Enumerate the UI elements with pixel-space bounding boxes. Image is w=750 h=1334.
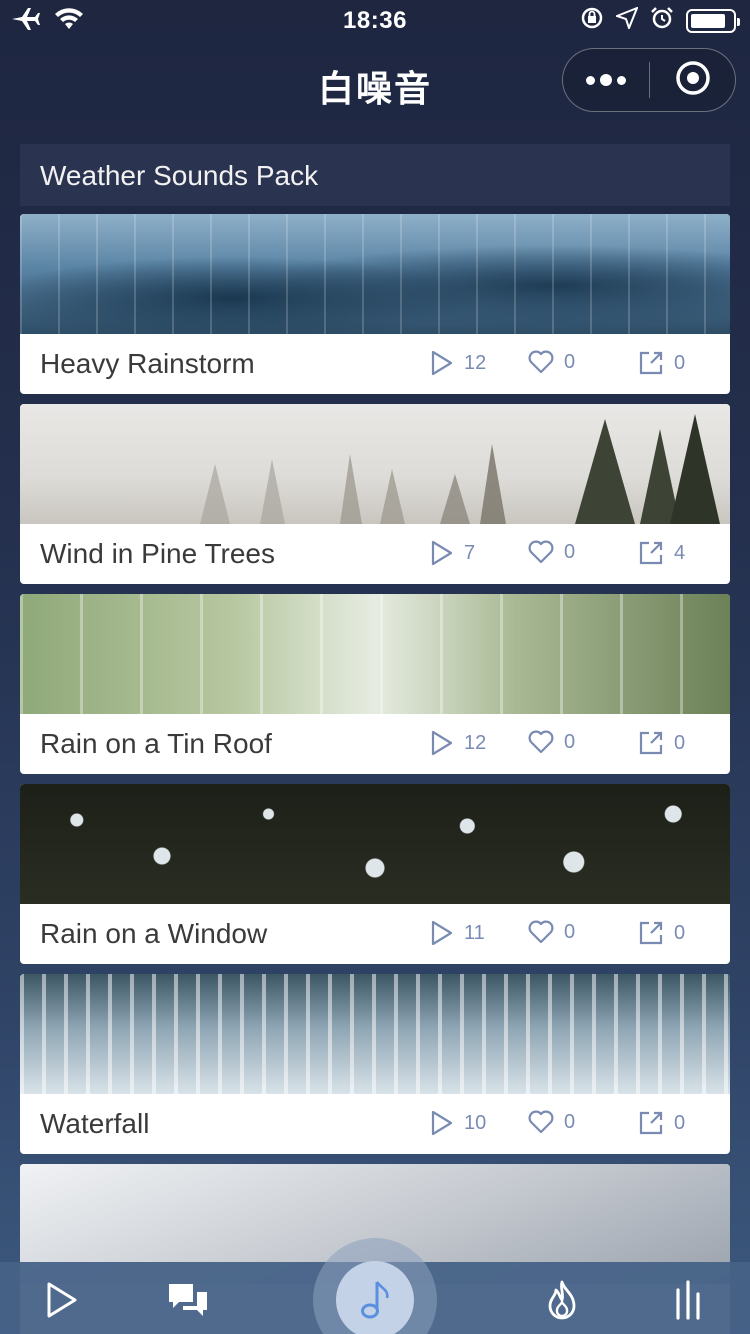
share-icon bbox=[639, 731, 663, 755]
heart-icon bbox=[528, 350, 554, 374]
sound-card-image bbox=[20, 784, 730, 904]
nav-bar: 白噪音 bbox=[0, 44, 750, 124]
section-header: Weather Sounds Pack bbox=[20, 144, 730, 206]
play-count[interactable]: 7 bbox=[430, 540, 475, 566]
play-count-value: 12 bbox=[464, 731, 487, 754]
fire-icon bbox=[548, 1280, 576, 1320]
play-count-value: 10 bbox=[464, 1111, 487, 1134]
share-icon bbox=[639, 921, 663, 945]
like-count-value: 0 bbox=[564, 350, 576, 373]
chat-icon bbox=[169, 1284, 207, 1316]
sound-card[interactable]: Waterfall 10 0 0 bbox=[20, 974, 730, 1154]
target-icon bbox=[675, 60, 711, 101]
like-count-value: 0 bbox=[564, 920, 576, 943]
battery-icon bbox=[686, 8, 740, 33]
play-count[interactable]: 11 bbox=[430, 920, 485, 946]
share-count[interactable]: 0 bbox=[638, 730, 685, 756]
more-icon bbox=[586, 75, 595, 85]
sound-card-image bbox=[20, 594, 730, 714]
share-icon bbox=[639, 1111, 663, 1135]
heart-icon bbox=[528, 920, 554, 944]
sound-card-title: Waterfall bbox=[40, 1108, 150, 1139]
play-count[interactable]: 10 bbox=[430, 1110, 486, 1136]
heart-icon bbox=[528, 1110, 554, 1134]
sound-list: Heavy Rainstorm 12 0 0 Wind in Pine Tree… bbox=[20, 214, 730, 1334]
share-icon bbox=[639, 541, 663, 565]
play-count-value: 7 bbox=[464, 541, 476, 564]
share-count-value: 0 bbox=[674, 351, 686, 374]
mini-program-capsule bbox=[562, 48, 736, 112]
like-count[interactable]: 0 bbox=[528, 1110, 575, 1134]
play-count[interactable]: 12 bbox=[430, 350, 486, 376]
alarm-icon bbox=[650, 6, 674, 35]
sound-card-title: Rain on a Tin Roof bbox=[40, 728, 272, 759]
play-count-value: 12 bbox=[464, 351, 487, 374]
share-count-value: 0 bbox=[674, 1111, 686, 1134]
sound-card[interactable]: Rain on a Tin Roof 12 0 0 bbox=[20, 594, 730, 774]
more-button[interactable] bbox=[563, 49, 649, 111]
location-icon bbox=[614, 6, 639, 34]
tab-chat[interactable] bbox=[164, 1276, 212, 1324]
play-icon bbox=[47, 1282, 77, 1318]
sound-card-title: Rain on a Window bbox=[40, 918, 268, 949]
heart-icon bbox=[528, 730, 554, 754]
close-button[interactable] bbox=[650, 49, 735, 111]
like-count-value: 0 bbox=[564, 730, 576, 753]
play-icon bbox=[431, 1110, 453, 1136]
like-count[interactable]: 0 bbox=[528, 350, 575, 374]
like-count-value: 0 bbox=[564, 1110, 576, 1133]
play-icon bbox=[431, 350, 453, 376]
sound-card-image bbox=[20, 214, 730, 334]
share-count-value: 4 bbox=[674, 541, 686, 564]
tab-play[interactable] bbox=[38, 1276, 86, 1324]
like-count[interactable]: 0 bbox=[528, 540, 575, 564]
sound-card-image bbox=[20, 404, 730, 524]
play-count[interactable]: 12 bbox=[430, 730, 486, 756]
play-count-value: 11 bbox=[464, 921, 485, 944]
share-count[interactable]: 4 bbox=[638, 540, 685, 566]
sound-card-title: Wind in Pine Trees bbox=[40, 538, 275, 569]
share-count-value: 0 bbox=[674, 921, 686, 944]
share-count[interactable]: 0 bbox=[638, 350, 685, 376]
play-icon bbox=[431, 730, 453, 756]
share-count[interactable]: 0 bbox=[638, 1110, 685, 1136]
play-icon bbox=[431, 920, 453, 946]
rotation-lock-icon bbox=[580, 6, 604, 35]
heart-icon bbox=[528, 540, 554, 564]
sound-card-title: Heavy Rainstorm bbox=[40, 348, 255, 379]
status-bar: 18:36 bbox=[0, 0, 750, 40]
sound-card[interactable]: Rain on a Window 11 0 0 bbox=[20, 784, 730, 964]
like-count-value: 0 bbox=[564, 540, 576, 563]
tab-fire[interactable] bbox=[538, 1276, 586, 1324]
sound-card[interactable]: Heavy Rainstorm 12 0 0 bbox=[20, 214, 730, 394]
sound-card-image bbox=[20, 974, 730, 1094]
share-count[interactable]: 0 bbox=[638, 920, 685, 946]
music-note-icon bbox=[361, 1281, 389, 1319]
share-count-value: 0 bbox=[674, 731, 686, 754]
sound-card[interactable]: Wind in Pine Trees 7 0 4 bbox=[20, 404, 730, 584]
section-title: Weather Sounds Pack bbox=[40, 160, 319, 191]
like-count[interactable]: 0 bbox=[528, 920, 575, 944]
play-icon bbox=[431, 540, 453, 566]
share-icon bbox=[639, 351, 663, 375]
bars-icon bbox=[676, 1280, 700, 1320]
tab-bars[interactable] bbox=[664, 1276, 712, 1324]
like-count[interactable]: 0 bbox=[528, 730, 575, 754]
